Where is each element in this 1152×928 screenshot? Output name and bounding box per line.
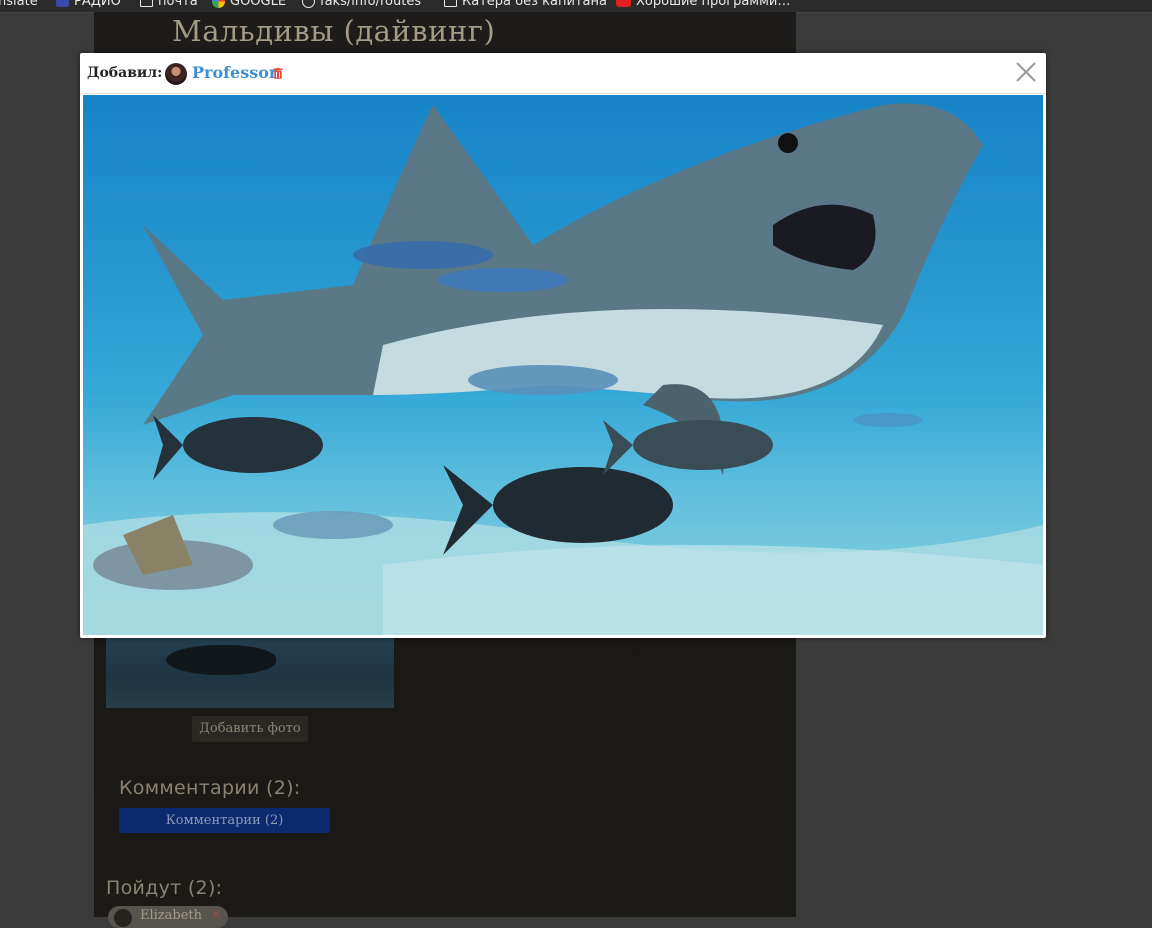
thumbnail-fish [166, 645, 276, 675]
close-icon[interactable] [1015, 61, 1037, 83]
trash-icon[interactable] [273, 68, 283, 79]
globe-icon [302, 0, 315, 8]
bookmark-boats[interactable]: Катера без капитана [444, 0, 607, 9]
bookmark-translate[interactable]: nslate [0, 0, 38, 9]
bookmark-label: faks/info/routes [320, 0, 422, 9]
shark-photo [83, 95, 1043, 635]
participant-chip[interactable]: Elizabeth ✕ [108, 906, 228, 928]
remove-icon[interactable]: ✕ [212, 908, 221, 921]
folder-icon [444, 0, 457, 7]
bookmark-radio[interactable]: РАДИО [56, 0, 121, 9]
bookmark-good-programs[interactable]: Хорошие программи… [616, 0, 790, 9]
photo-thumbnail[interactable] [106, 637, 394, 708]
comments-button[interactable]: Комментарии (2) [119, 808, 330, 833]
bookmark-google[interactable]: GOOGLE [212, 0, 286, 9]
page-title: Мальдивы (дайвинг) [172, 14, 496, 48]
bookmark-label: РАДИО [74, 0, 121, 9]
bookmark-label: Катера без капитана [462, 0, 607, 9]
added-by-label: Добавил: [87, 65, 163, 81]
modal-header: Добавил: Professor [80, 53, 1046, 94]
photo-illustration [83, 103, 1043, 635]
participant-name: Elizabeth [140, 908, 203, 923]
bookmark-mail[interactable]: почта [140, 0, 198, 9]
bookmark-label: почта [158, 0, 198, 9]
youtube-icon [616, 0, 631, 7]
add-photo-button[interactable]: Добавить фото [192, 716, 308, 742]
bookmark-label: nslate [0, 0, 38, 9]
bookmark-faks-routes[interactable]: faks/info/routes [302, 0, 421, 9]
radio-icon [56, 0, 69, 7]
folder-icon [140, 0, 153, 7]
photo-modal: Добавил: Professor [80, 53, 1046, 638]
avatar [114, 909, 132, 927]
bookmark-label: GOOGLE [230, 0, 287, 9]
going-heading: Пойдут (2): [106, 877, 223, 899]
comments-heading: Комментарии (2): [119, 777, 301, 799]
author-link[interactable]: Professor [192, 63, 277, 82]
google-icon [212, 0, 225, 8]
bookmark-label: Хорошие программи… [636, 0, 791, 9]
avatar[interactable] [165, 63, 187, 85]
